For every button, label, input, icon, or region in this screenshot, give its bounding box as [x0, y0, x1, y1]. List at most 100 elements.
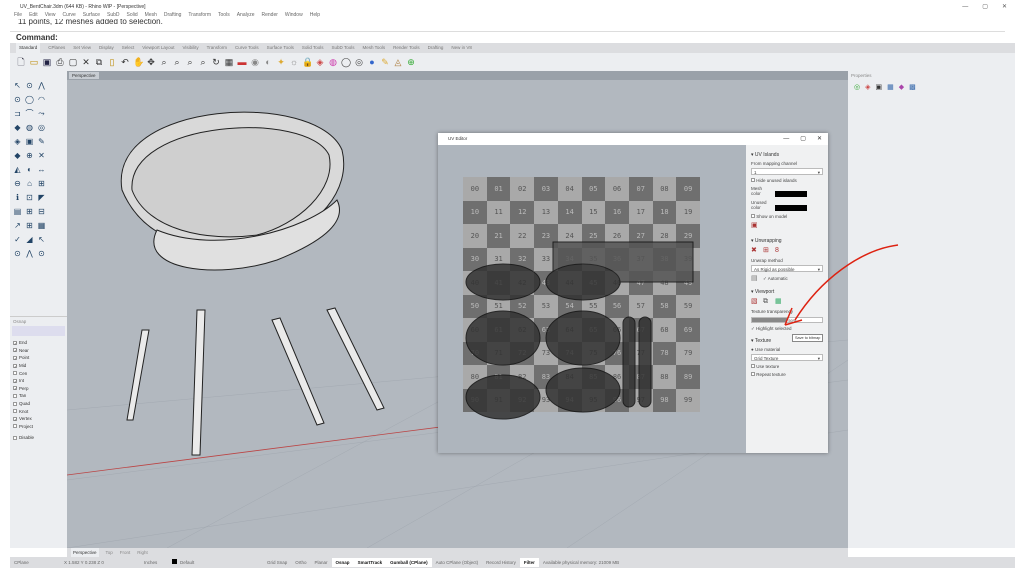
- left-tool-icon[interactable]: ▦: [37, 221, 46, 230]
- toolbar-tab[interactable]: Transform: [207, 43, 227, 53]
- status-toggle[interactable]: Planar: [311, 558, 332, 567]
- menu-item[interactable]: Help: [310, 11, 320, 19]
- left-tool-icon[interactable]: ⊙: [13, 249, 22, 258]
- osnap-mid[interactable]: ✓ Mid: [10, 362, 67, 370]
- uv-close-button[interactable]: ✕: [817, 133, 822, 145]
- toolbar-tab[interactable]: Display: [99, 43, 114, 53]
- left-tool-icon[interactable]: ◎: [37, 123, 46, 132]
- left-tool-icon[interactable]: ⊞: [25, 207, 34, 216]
- cut-icon[interactable]: ✕: [81, 57, 91, 67]
- uv-islands-heading[interactable]: ▾ UV Islands: [751, 152, 823, 158]
- zoom-icon[interactable]: ⌕: [159, 57, 169, 67]
- left-tool-icon[interactable]: ↗: [13, 221, 22, 230]
- layer-icon[interactable]: ✦: [276, 57, 286, 67]
- menu-item[interactable]: SubD: [107, 11, 120, 19]
- copy-icon[interactable]: ⧉: [763, 298, 771, 306]
- import-icon[interactable]: ▢: [68, 57, 78, 67]
- left-tool-icon[interactable]: ✕: [37, 151, 46, 160]
- osnap-checkbox[interactable]: ✓: [13, 378, 17, 383]
- status-toggle[interactable]: Record History: [482, 558, 520, 567]
- menu-item[interactable]: Drafting: [164, 11, 182, 19]
- environment-icon[interactable]: ●: [367, 57, 377, 67]
- status-toggle[interactable]: Grid Snap: [263, 558, 291, 567]
- toolbar-tab[interactable]: Drafting: [428, 43, 444, 53]
- color-icon[interactable]: ◍: [328, 57, 338, 67]
- left-tool-icon[interactable]: ⋀: [25, 249, 34, 258]
- hide-icon[interactable]: ◉: [250, 57, 260, 67]
- toolbar-tab[interactable]: Visibility: [182, 43, 198, 53]
- dimension-icon[interactable]: ✎: [380, 57, 390, 67]
- osnap-end[interactable]: ✓ End: [10, 339, 67, 347]
- osnap-near[interactable]: ✓ Near: [10, 347, 67, 355]
- left-tool-icon[interactable]: ⊕: [25, 151, 34, 160]
- osnap-vertex[interactable]: ✓ Vertex: [10, 415, 67, 423]
- left-tool-icon[interactable]: ↖: [13, 81, 22, 90]
- toolbar-tab[interactable]: Viewport Layout: [142, 43, 174, 53]
- menu-item[interactable]: Render: [262, 11, 278, 19]
- osnap-int[interactable]: ✓ Int: [10, 377, 67, 385]
- background-image-icon[interactable]: ▧: [751, 298, 759, 306]
- status-toggle[interactable]: Gumball (CPlane): [386, 558, 432, 567]
- minimize-button[interactable]: —: [962, 3, 968, 11]
- close-button[interactable]: ✕: [1002, 3, 1007, 11]
- osnap-tabs[interactable]: [12, 326, 65, 336]
- unwrap-icon[interactable]: ✖: [751, 247, 759, 255]
- toolbar-tab[interactable]: New in V8: [451, 43, 472, 53]
- left-tool-icon[interactable]: ↔: [37, 165, 46, 174]
- left-tool-icon[interactable]: ⊙: [13, 95, 22, 104]
- osnap-checkbox[interactable]: ✓: [13, 386, 17, 391]
- left-tool-icon[interactable]: ◍: [25, 123, 34, 132]
- menu-item[interactable]: Curve: [62, 11, 75, 19]
- osnap-point[interactable]: ✓ Point: [10, 354, 67, 362]
- menu-item[interactable]: Edit: [29, 11, 38, 19]
- menu-item[interactable]: View: [45, 11, 56, 19]
- left-tool-icon[interactable]: ◆: [13, 123, 22, 132]
- menu-item[interactable]: File: [14, 11, 22, 19]
- toolbar-tab[interactable]: Select: [122, 43, 135, 53]
- toolbar-tab[interactable]: Standard: [16, 43, 41, 53]
- pan-icon[interactable]: ✋: [133, 57, 144, 67]
- uv-maximize-button[interactable]: ▢: [800, 133, 806, 145]
- left-tool-icon[interactable]: ↖: [37, 235, 46, 244]
- options-icon[interactable]: ◬: [393, 57, 403, 67]
- left-tool-icon[interactable]: ✎: [37, 137, 46, 146]
- viewport-name[interactable]: Perspective: [69, 72, 99, 79]
- maximize-button[interactable]: ▢: [982, 3, 988, 11]
- left-tool-icon[interactable]: ⊖: [13, 179, 22, 188]
- undo-view-icon[interactable]: ↻: [211, 57, 221, 67]
- left-tool-icon[interactable]: ▤: [13, 207, 22, 216]
- material-icon[interactable]: ◈: [315, 57, 325, 67]
- left-tool-icon[interactable]: ℹ: [13, 193, 22, 202]
- viewport-tab-right[interactable]: Right: [137, 548, 148, 557]
- mesh-color-row[interactable]: Mesh color: [751, 186, 823, 197]
- toolbar-tab[interactable]: Render Tools: [393, 43, 419, 53]
- unused-color-swatch[interactable]: [775, 204, 807, 211]
- zoom-selected-icon[interactable]: ⌕: [198, 57, 208, 67]
- left-tool-icon[interactable]: ⊡: [25, 193, 34, 202]
- left-tool-icon[interactable]: ⤳: [37, 109, 46, 118]
- osnap-checkbox[interactable]: [13, 393, 17, 398]
- menu-item[interactable]: Transform: [188, 11, 211, 19]
- left-tool-icon[interactable]: ◆: [13, 151, 22, 160]
- osnap-perp[interactable]: ✓ Perp: [10, 385, 67, 393]
- status-toggle[interactable]: Auto CPlane (Object): [432, 558, 483, 567]
- menu-item[interactable]: Solid: [127, 11, 138, 19]
- toolbar-tab[interactable]: Surface Tools: [267, 43, 294, 53]
- left-tool-icon[interactable]: ⋀: [37, 81, 46, 90]
- undo-icon[interactable]: ↶: [120, 57, 130, 67]
- save-icon[interactable]: ▣: [42, 57, 52, 67]
- left-tool-icon[interactable]: ⊙: [37, 249, 46, 258]
- grid-icon[interactable]: ▦: [224, 57, 234, 67]
- lock-object-icon[interactable]: 🔒: [302, 57, 313, 67]
- osnap-project[interactable]: Project: [10, 423, 67, 431]
- unused-color-row[interactable]: Unused color: [751, 200, 823, 211]
- toolbar-tab[interactable]: Set View: [73, 43, 91, 53]
- status-toggle[interactable]: Ortho: [291, 558, 310, 567]
- left-tool-icon[interactable]: ◯: [25, 95, 34, 104]
- osnap-cen[interactable]: Cen: [10, 369, 67, 377]
- left-tool-icon[interactable]: ⊐: [13, 109, 22, 118]
- show-on-model-checkbox[interactable]: Show on model: [751, 213, 823, 219]
- status-toggle[interactable]: Filter: [519, 558, 539, 567]
- status-toggle[interactable]: Osnap: [331, 558, 354, 567]
- osnap-checkbox[interactable]: [13, 424, 17, 429]
